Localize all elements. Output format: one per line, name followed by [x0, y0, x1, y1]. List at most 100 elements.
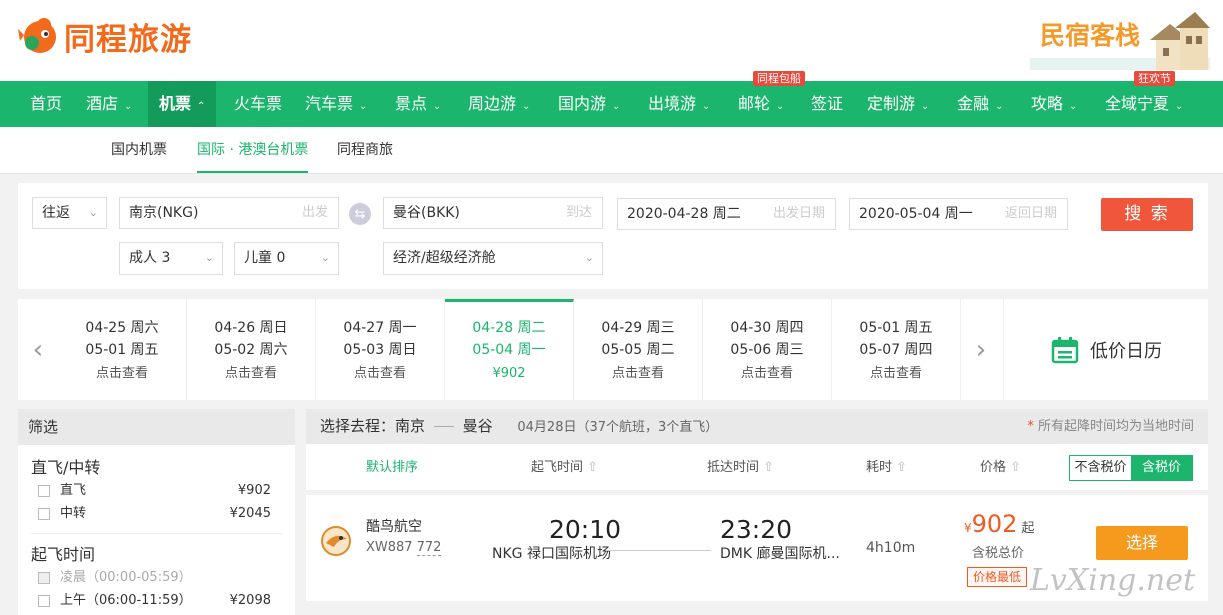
date-cell[interactable]: 05-01 周五 05-07 周四 点击查看 [832, 299, 961, 400]
return-date-input[interactable]: 2020-05-04 周一 返回日期 [849, 198, 1068, 230]
sort-default[interactable]: 默认排序 [366, 444, 418, 491]
nav-label: 汽车票 [305, 94, 354, 113]
chevron-down-icon: ⌄ [522, 101, 531, 112]
results-header: 选择去程：南京 曼谷 04月28日（37个航班，3个直飞） * 所有起降时间均为… [306, 409, 1208, 444]
checkbox[interactable] [38, 485, 50, 497]
nav-flights[interactable]: 机票 ⌃ [148, 81, 217, 127]
checkbox[interactable] [38, 595, 50, 607]
chevron-left-icon[interactable]: ‹ [18, 299, 58, 400]
arrival-time: 23:20 [720, 515, 793, 544]
local-time-note: * 所有起降时间均为当地时间 [1027, 409, 1194, 444]
arrival-airport: DMK 廊曼国际机... [720, 546, 840, 562]
filter-option-direct[interactable]: 直飞 ¥902 [18, 479, 295, 502]
chevron-down-icon: ⌄ [1175, 101, 1184, 112]
minsu-banner[interactable]: 民宿客栈 [1030, 10, 1210, 70]
date-cell-return: 05-01 周五 [85, 342, 159, 358]
low-price-calendar-button[interactable]: 低价日历 [1003, 299, 1208, 400]
chevron-right-icon[interactable]: › [961, 299, 1001, 400]
cabin-class-select[interactable]: 经济/超级经济舱 ⌄ [383, 242, 603, 275]
filter-group-title: 直飞/中转 [31, 458, 101, 477]
return-date-value: 2020-05-04 周一 [859, 206, 973, 222]
nav-bus[interactable]: 汽车票 ⌄ [305, 81, 367, 127]
date-cell-info: 点击查看 [353, 366, 406, 381]
nav-nearby[interactable]: 周边游 ⌄ [468, 81, 530, 127]
chevron-down-icon: ⌄ [124, 101, 133, 112]
adult-count-select[interactable]: 成人 3 ⌄ [119, 242, 223, 275]
results-date-info: 04月28日（37个航班，3个直飞） [517, 420, 719, 435]
nav-ningxia[interactable]: 全域宁夏 ⌄ [1105, 81, 1183, 127]
departure-date-input[interactable]: 2020-04-28 周二 出发日期 [617, 198, 836, 230]
brand-logo[interactable]: 同程旅游 [16, 13, 192, 59]
nav-home[interactable]: 首页 [30, 81, 62, 127]
flight-search-form: 往返 ⌄ 南京(NKG) 出发 ⇆ 曼谷(BKK) 到达 2020-04-28 … [18, 183, 1208, 289]
tax-exclude-option[interactable]: 不含税价 [1070, 456, 1131, 480]
nav-scenic[interactable]: 景点 ⌄ [395, 81, 441, 127]
date-cell[interactable]: 04-29 周三 05-05 周二 点击查看 [574, 299, 703, 400]
price-suffix: 起 [1021, 521, 1035, 536]
chevron-down-icon: ⌄ [702, 101, 711, 112]
subnav-domestic-flights[interactable]: 国内机票 [111, 127, 167, 173]
arrival-city-input[interactable]: 曼谷(BKK) 到达 [383, 197, 603, 229]
filter-option-transfer[interactable]: 中转 ¥2045 [18, 502, 295, 525]
date-cell[interactable]: 04-30 周四 05-06 周三 点击查看 [703, 299, 832, 400]
note-text: 所有起降时间均为当地时间 [1033, 419, 1194, 434]
return-date-hint: 返回日期 [1004, 206, 1057, 221]
sort-arrow-icon: ⇧ [587, 460, 599, 475]
sort-duration[interactable]: 耗时 ⇧ [866, 444, 907, 491]
sort-arrow-icon: ⇧ [763, 460, 775, 475]
departure-date-value: 2020-04-28 周二 [627, 206, 741, 222]
sort-bar: 默认排序 起飞时间 ⇧ 抵达时间 ⇧ 耗时 ⇧ 价格 ⇧ 不含税价 含税价 [306, 444, 1208, 491]
sort-departure-time[interactable]: 起飞时间 ⇧ [531, 444, 598, 491]
nav-label: 火车票 [234, 94, 283, 113]
nav-hotel[interactable]: 酒店 ⌄ [86, 81, 132, 127]
chevron-down-icon: ⌄ [204, 251, 214, 264]
airline-name: 酷鸟航空 [366, 519, 422, 535]
trip-type-value: 往返 [42, 205, 70, 221]
nav-label: 景点 [395, 94, 428, 113]
sort-label: 耗时 [866, 460, 893, 475]
filter-title: 筛选 [18, 409, 295, 445]
sort-arrow-icon: ⇧ [896, 460, 908, 475]
select-flight-button[interactable]: 选择 [1096, 526, 1188, 560]
subnav-intl-flights[interactable]: 国际 · 港澳台机票 [197, 127, 309, 173]
nav-guide[interactable]: 攻略 ⌄ [1031, 81, 1077, 127]
date-cell-selected[interactable]: 04-28 周二 05-04 周一 ¥902 [445, 299, 574, 400]
ningxia-badge: 狂欢节 [1134, 71, 1175, 86]
nav-finance[interactable]: 金融 ⌄ [957, 81, 1003, 127]
nav-outbound[interactable]: 出境游 ⌄ [648, 81, 710, 127]
nav-custom[interactable]: 定制游 ⌄ [867, 81, 929, 127]
sort-price[interactable]: 价格 ⇧ [980, 444, 1021, 491]
date-cell-info: 点击查看 [740, 366, 793, 381]
checkbox[interactable] [38, 508, 50, 520]
tax-include-option[interactable]: 含税价 [1131, 456, 1192, 480]
date-cell[interactable]: 04-26 周日 05-02 周六 点击查看 [187, 299, 316, 400]
trip-type-select[interactable]: 往返 ⌄ [32, 197, 107, 229]
date-cell[interactable]: 04-27 周一 05-03 周日 点击查看 [316, 299, 445, 400]
sort-arrival-time[interactable]: 抵达时间 ⇧ [707, 444, 774, 491]
nav-visa[interactable]: 签证 [811, 81, 843, 127]
nav-label: 签证 [811, 94, 844, 113]
child-count-select[interactable]: 儿童 0 ⌄ [234, 242, 339, 275]
date-cell-info: 点击查看 [869, 366, 922, 381]
swap-cities-icon[interactable]: ⇆ [349, 203, 371, 225]
lowest-price-tag: 价格最低 [967, 567, 1028, 587]
nav-label: 金融 [957, 94, 990, 113]
nav-label: 攻略 [1031, 94, 1064, 113]
sort-arrow-icon: ⇧ [1010, 460, 1022, 475]
nav-domestic[interactable]: 国内游 ⌄ [558, 81, 620, 127]
subnav-business-travel[interactable]: 同程商旅 [337, 127, 393, 173]
date-cell[interactable]: 04-25 周六 05-01 周五 点击查看 [58, 299, 187, 400]
search-button[interactable]: 搜 索 [1101, 198, 1193, 231]
date-cell-departure: 04-28 周二 [472, 320, 546, 336]
filter-option-morning[interactable]: 上午（06:00-11:59） ¥2098 [18, 589, 295, 612]
nav-label: 定制游 [867, 94, 916, 113]
nav-label: 国内游 [558, 94, 607, 113]
aircraft-type[interactable]: 772 [416, 540, 442, 556]
date-cell-return: 05-06 周三 [730, 342, 804, 358]
nav-label: 机票 [159, 94, 192, 113]
nav-cruise[interactable]: 邮轮 ⌄ [738, 81, 784, 127]
divider [31, 533, 282, 534]
departure-city-input[interactable]: 南京(NKG) 出发 [119, 197, 339, 229]
date-cell-return: 05-04 周一 [472, 342, 546, 358]
nav-train[interactable]: 火车票 [234, 81, 282, 127]
